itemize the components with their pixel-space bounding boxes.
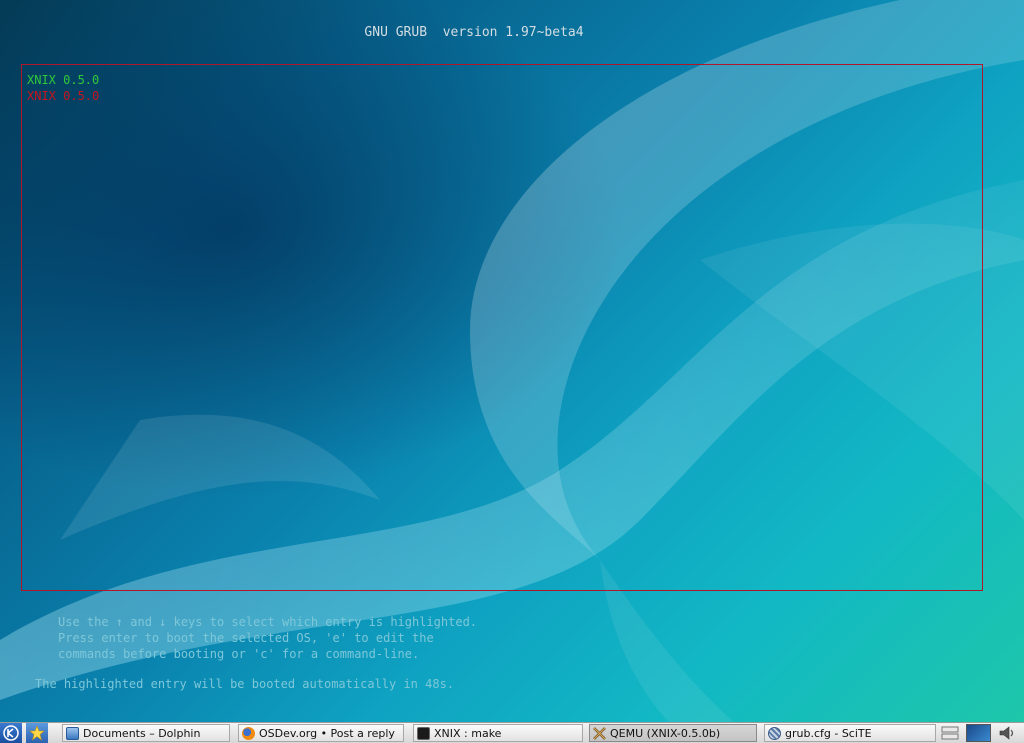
kde-menu-icon [3, 725, 19, 741]
task-label: OSDev.org • Post a reply [259, 726, 395, 740]
scite-icon [768, 726, 781, 740]
volume-icon[interactable] [998, 725, 1016, 741]
favorites-button[interactable] [26, 723, 48, 743]
grub-version-title: GNU GRUB version 1.97~beta4 [364, 25, 584, 40]
help-line: Use the ↑ and ↓ keys to select which ent… [58, 615, 478, 629]
firefox-icon [242, 726, 255, 740]
help-line: Press enter to boot the selected OS, 'e'… [58, 631, 434, 645]
task-terminal[interactable]: XNIX : make [413, 724, 583, 742]
taskbar: Documents – Dolphin OSDev.org • Post a r… [0, 722, 1024, 743]
task-label: QEMU (XNIX-0.5.0b) [610, 726, 721, 740]
task-scite[interactable]: grub.cfg - SciTE [764, 724, 936, 742]
task-label: Documents – Dolphin [83, 726, 201, 740]
qemu-grub-screen: GNU GRUB version 1.97~beta4 XNIX 0.5.0 X… [0, 0, 1024, 743]
desktop-preview[interactable] [966, 724, 991, 742]
boot-entry[interactable]: XNIX 0.5.0 [27, 89, 99, 103]
help-line: commands before booting or 'c' for a com… [58, 647, 420, 661]
dolphin-icon [66, 726, 79, 740]
boot-menu: XNIX 0.5.0 XNIX 0.5.0 [21, 64, 983, 591]
task-firefox[interactable]: OSDev.org • Post a reply [238, 724, 404, 742]
boot-countdown: The highlighted entry will be booted aut… [35, 677, 455, 691]
task-label: grub.cfg - SciTE [785, 726, 872, 740]
qemu-icon [593, 726, 606, 740]
terminal-icon [417, 726, 430, 740]
task-qemu[interactable]: QEMU (XNIX-0.5.0b) [589, 724, 757, 742]
favorites-star-icon [29, 725, 45, 741]
pager-icon[interactable] [941, 725, 959, 741]
task-label: XNIX : make [434, 726, 502, 740]
help-text: Use the ↑ and ↓ keys to select which ent… [58, 614, 477, 662]
boot-entry-selected[interactable]: XNIX 0.5.0 [27, 73, 99, 87]
kde-menu-button[interactable] [0, 723, 22, 743]
task-dolphin[interactable]: Documents – Dolphin [62, 724, 230, 742]
